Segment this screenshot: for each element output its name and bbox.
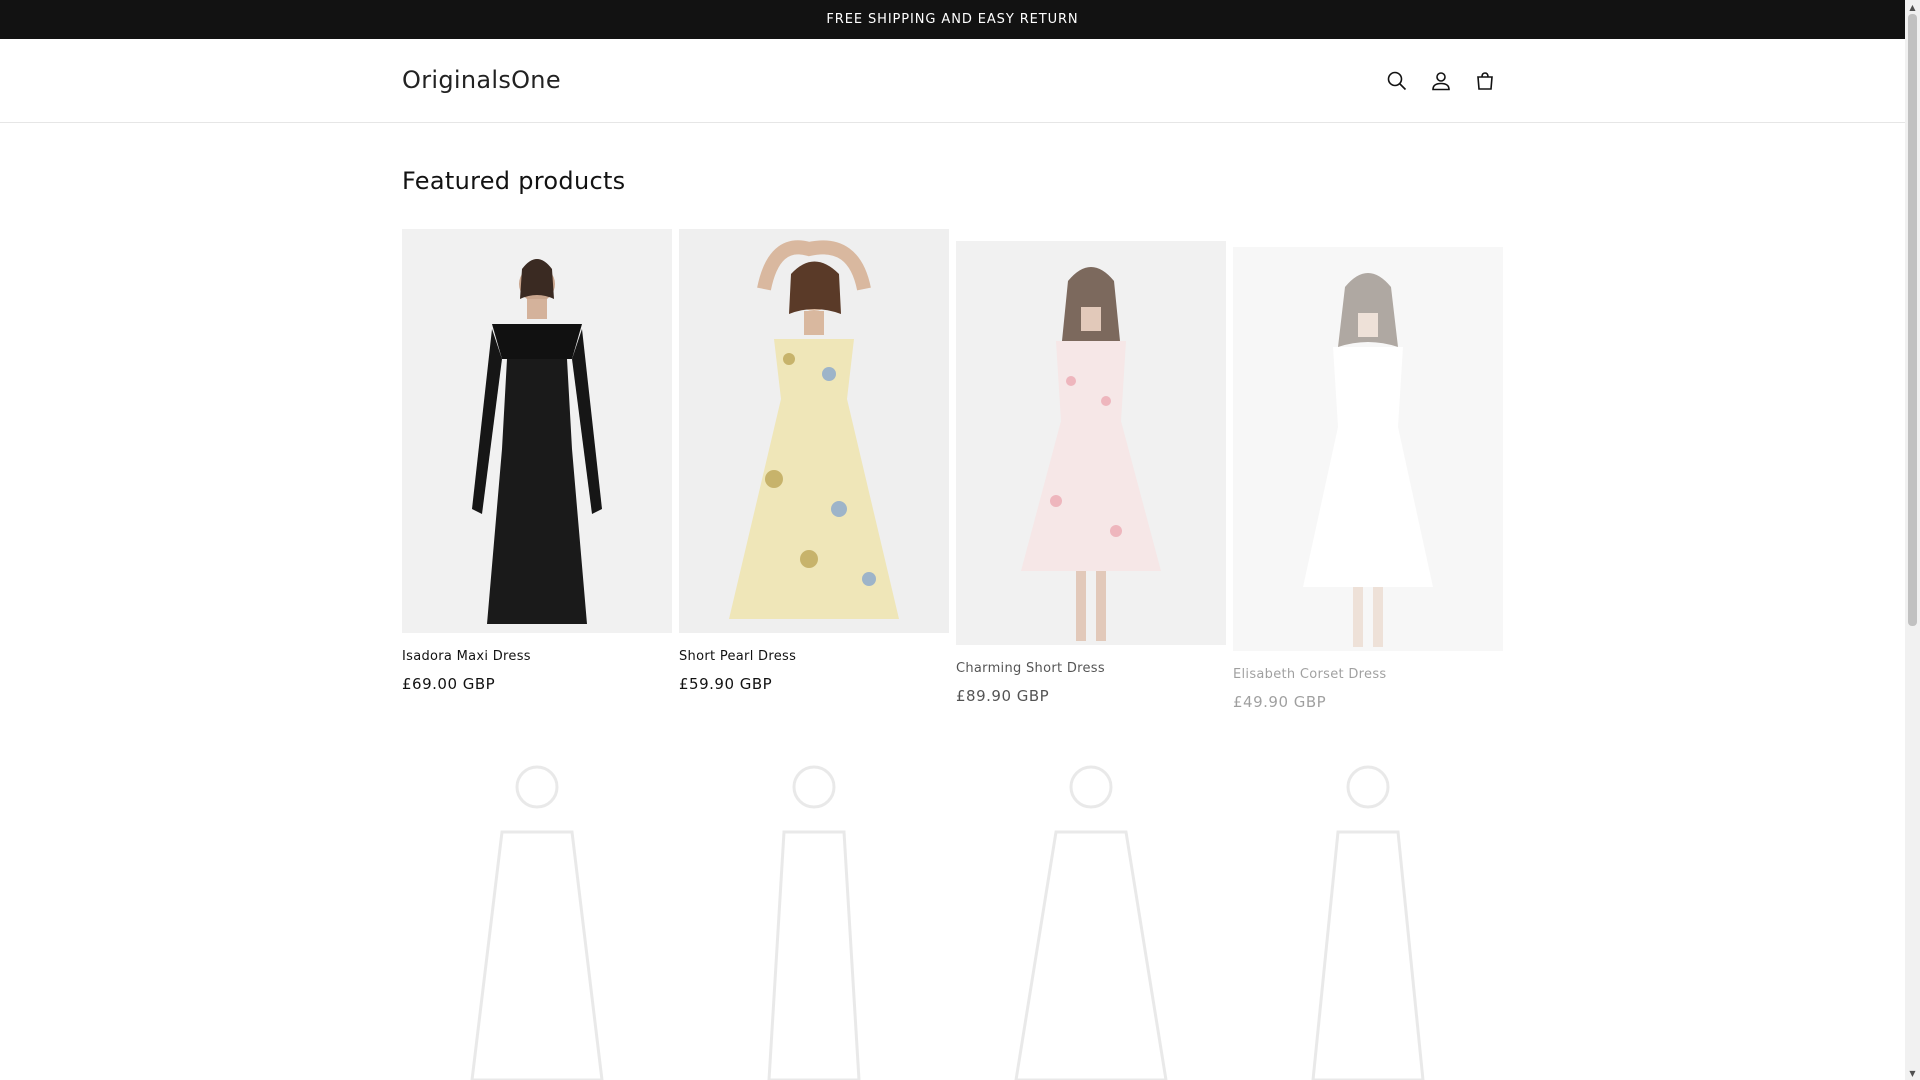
cart-icon [1477,72,1493,90]
product-title[interactable]: Charming Short Dress [956,661,1226,676]
dress-illustration [956,241,1226,645]
product-price: £59.90 GBP [679,675,773,693]
product-image [956,742,1226,1080]
product-price: £49.90 GBP [1233,693,1327,711]
dress-illustration [767,765,861,1080]
dress-illustration [1311,765,1425,1080]
account-button[interactable] [1419,59,1463,103]
product-image[interactable] [402,229,672,633]
dress-illustration [402,229,672,633]
product-price: £69.00 GBP [402,675,496,693]
product-title[interactable]: Isadora Maxi Dress [402,649,672,664]
product-card-placeholder [956,742,1226,1080]
account-icon [1432,72,1450,91]
product-card-placeholder [679,742,949,1080]
product-image [1233,742,1503,1080]
product-image[interactable] [679,229,949,633]
announcement-text: FREE SHIPPING AND EASY RETURN [826,12,1079,27]
section-title: Featured products [402,167,626,195]
dress-illustration [470,765,604,1080]
page-scrollbar[interactable]: ▲ ▼ [1905,0,1920,1080]
search-icon [1387,71,1407,91]
site-header: OriginalsOne [0,39,1905,123]
cart-button[interactable] [1463,59,1507,103]
product-card-placeholder [402,742,672,1080]
header-icons [1375,59,1507,103]
product-card-placeholder [1233,742,1503,1080]
product-image [679,742,949,1080]
product-card[interactable]: Elisabeth Corset Dress £49.90 GBP [1233,247,1503,711]
product-title[interactable]: Elisabeth Corset Dress [1233,667,1503,682]
dress-illustration [679,229,949,633]
scroll-up-icon[interactable]: ▲ [1905,0,1920,14]
product-image [402,742,672,1080]
scrollbar-thumb[interactable] [1908,14,1917,626]
announcement-bar: FREE SHIPPING AND EASY RETURN [0,0,1905,39]
product-card[interactable]: Short Pearl Dress £59.90 GBP [679,229,949,693]
product-card[interactable]: Isadora Maxi Dress £69.00 GBP [402,229,672,693]
scroll-down-icon[interactable]: ▼ [1905,1066,1920,1080]
store-logo[interactable]: OriginalsOne [402,66,561,94]
dress-illustration [1233,247,1503,651]
product-title[interactable]: Short Pearl Dress [679,649,949,664]
product-card[interactable]: Charming Short Dress £89.90 GBP [956,241,1226,705]
product-image[interactable] [956,241,1226,645]
search-button[interactable] [1375,59,1419,103]
product-price: £89.90 GBP [956,687,1050,705]
product-image[interactable] [1233,247,1503,651]
dress-illustration [1014,765,1168,1080]
